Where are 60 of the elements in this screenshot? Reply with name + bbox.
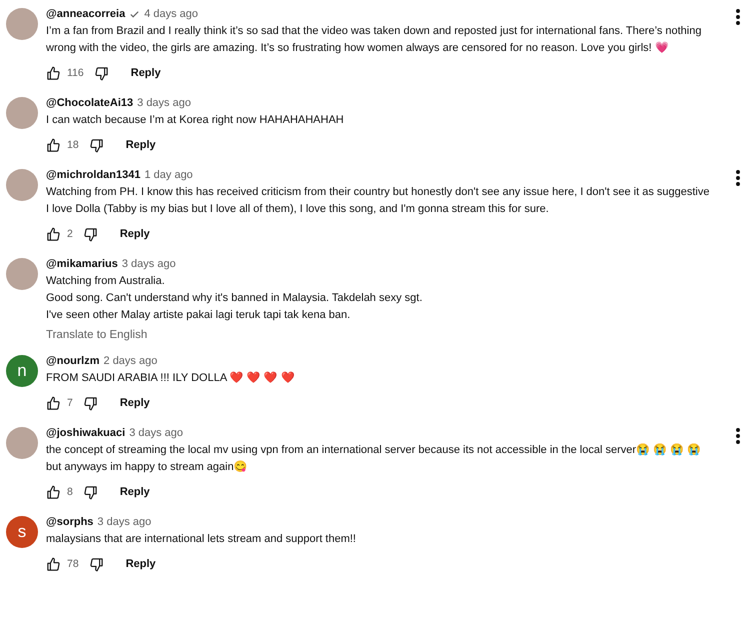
timestamp[interactable]: 4 days ago [144, 8, 198, 20]
timestamp[interactable]: 1 day ago [144, 169, 193, 181]
like-count: 78 [67, 558, 79, 570]
comment-text: Watching from Australia. [46, 274, 166, 289]
avatar: n [6, 355, 38, 387]
avatar-photo-placeholder [6, 427, 38, 459]
timestamp[interactable]: 3 days ago [97, 516, 152, 528]
thumbs-up-icon[interactable] [46, 138, 61, 152]
like-count: 8 [67, 486, 73, 498]
reply-button[interactable]: Reply [116, 395, 154, 411]
comment-text: Good song. Can't understand why it's banned in Malaysia. Takdelah sexy sgt. [46, 291, 424, 306]
more-options-icon[interactable] [735, 8, 741, 26]
thumbs-down-icon[interactable] [94, 66, 109, 80]
comment-text: Watching from PH. I know this has received criticism from their country but honestly don't see any issue here, I don't see it as suggestive [46, 185, 710, 200]
reply-button[interactable]: Reply [116, 484, 154, 500]
translate-link[interactable]: Translate to English [46, 329, 745, 341]
thumbs-up-icon[interactable] [46, 556, 61, 572]
avatar-photo-placeholder [6, 97, 38, 129]
comment-text: I've seen other Malay artiste pakai lagi teruk tapi tak kena ban. [46, 308, 352, 323]
comment-text: FROM SAUDI ARABIA !!! ILY DOLLA ❤ ❤ ❤ ❤ [46, 370, 296, 386]
author-name[interactable]: @michroldan1341 [46, 169, 140, 181]
reply-button[interactable]: Reply [122, 137, 160, 153]
author-name[interactable]: @anneacorreia [46, 8, 126, 20]
comment-text: the concept of streaming the local mv using vpn from an international server because its not accessible in the local server😭 😭 😭 😭 [46, 442, 702, 458]
thumbs-up-icon[interactable] [46, 226, 61, 242]
more-options-icon[interactable] [735, 169, 741, 187]
thumbs-down-icon[interactable] [82, 396, 98, 410]
comment-text: I can watch because I’m at Korea right now HAHAHAHAHAH [46, 113, 345, 128]
thumbs-up-icon[interactable] [46, 396, 61, 410]
timestamp[interactable]: 3 days ago [129, 427, 184, 439]
reply-button[interactable]: Reply [126, 65, 165, 81]
like-count: 18 [67, 139, 79, 151]
author-name[interactable]: @ChocolateAi13 [46, 97, 134, 109]
author-name[interactable]: @mikamarius [46, 258, 118, 270]
comment-text: malaysians that are international lets stream and support them!! [46, 532, 357, 547]
thumbs-down-icon[interactable] [82, 226, 98, 242]
avatar-photo-placeholder [6, 169, 38, 201]
like-count: 7 [67, 397, 73, 409]
reply-button[interactable]: Reply [116, 226, 154, 242]
timestamp[interactable]: 2 days ago [104, 355, 158, 367]
thumbs-up-icon[interactable] [46, 484, 61, 500]
author-name[interactable]: @joshiwakuaci [46, 427, 126, 439]
comment-text: I’m a fan from Brazil and I really think it’s so sad that the video was taken down and reposted just for international fans. There’s nothing wrong with the video, the girls are amazing. It’s so frustrating how women always are censored for no reason. Love you girls! 💗 [46, 24, 702, 56]
timestamp[interactable]: 3 days ago [122, 258, 176, 270]
thumbs-up-icon[interactable] [46, 66, 61, 80]
avatar-photo-placeholder [6, 258, 38, 290]
thumbs-down-icon[interactable] [88, 138, 104, 152]
like-count: 2 [67, 228, 73, 240]
comment-text: I love Dolla (Tabby is my bias but I love all of them), I love this song, and I'm gonna stream this for sure. [46, 202, 550, 217]
author-name[interactable]: @nourlzm [46, 355, 100, 367]
reply-button[interactable]: Reply [122, 556, 160, 572]
avatar-photo-placeholder [6, 8, 38, 40]
author-name[interactable]: @sorphs [46, 516, 94, 528]
timestamp[interactable]: 3 days ago [137, 97, 191, 109]
more-options-icon[interactable] [735, 427, 741, 445]
comment-text: but anyways im happy to stream again😋 [46, 460, 249, 475]
thumbs-down-icon[interactable] [82, 484, 98, 500]
like-count: 116 [67, 67, 84, 79]
thumbs-down-icon[interactable] [88, 556, 104, 572]
avatar: s [6, 516, 38, 548]
